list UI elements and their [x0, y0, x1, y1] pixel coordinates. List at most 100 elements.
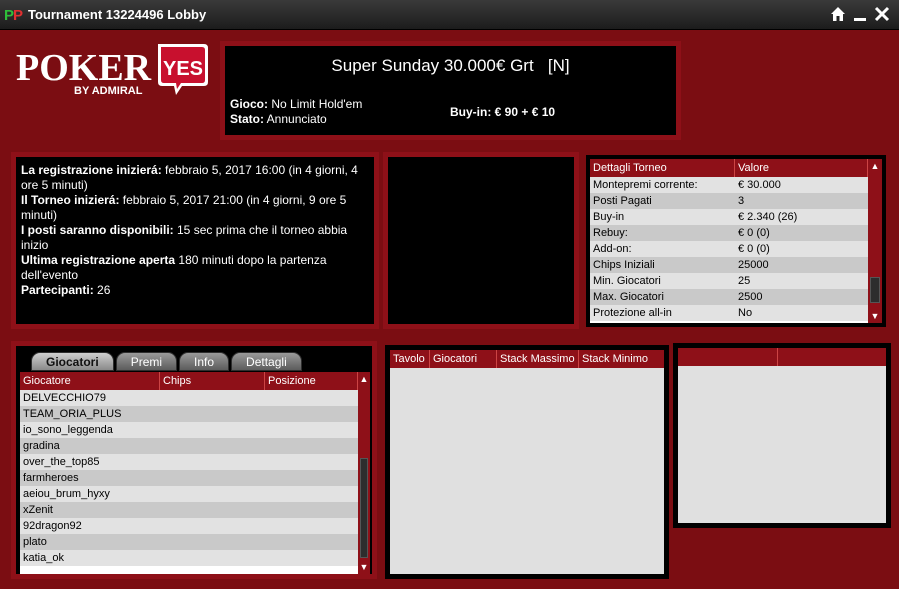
column-header[interactable]: Valore [735, 159, 868, 177]
arrow-down-icon[interactable]: ▼ [868, 309, 882, 323]
details-row[interactable]: Min. Giocatori 25 [590, 273, 868, 289]
registration-start: La registrazione inizierá: febbraio 5, 2… [21, 163, 369, 193]
empty-info-panel [383, 152, 579, 329]
tab-premi[interactable]: Premi [115, 352, 178, 371]
details-row[interactable]: Max. Giocatori 2500 [590, 289, 868, 305]
player-row[interactable]: katia_ok [20, 550, 358, 566]
player-chips [160, 390, 265, 406]
detail-label: Chips Iniziali [593, 259, 655, 271]
column-header[interactable]: Giocatori [430, 350, 497, 368]
details-scrollbar[interactable]: ▲ ▼ [868, 159, 882, 323]
home-icon[interactable] [829, 5, 847, 23]
tournament-start-label: Il Torneo inizierá: [21, 193, 120, 207]
tournament-header: Super Sunday 30.000€ Grt [N] Gioco: No L… [220, 41, 681, 140]
title-bar: P P Tournament 13224496 Lobby [0, 0, 899, 30]
details-row[interactable]: Rebuy: € 0 (0) [590, 225, 868, 241]
details-row[interactable]: Buy-in € 2.340 (26) [590, 209, 868, 225]
arrow-up-icon[interactable]: ▲ [358, 372, 370, 386]
player-position [265, 454, 358, 470]
detail-label: Posti Pagati [593, 195, 652, 207]
arrow-down-icon[interactable]: ▼ [358, 560, 370, 574]
player-position [265, 534, 358, 550]
status-info: Stato: Annunciato [230, 112, 327, 126]
player-row[interactable]: xZenit [20, 502, 358, 518]
player-row[interactable]: DELVECCHIO79 [20, 390, 358, 406]
column-header[interactable]: Chips [160, 372, 265, 390]
detail-value: € 30.000 [738, 179, 781, 191]
player-position [265, 406, 358, 422]
player-name: over_the_top85 [23, 456, 100, 468]
player-row[interactable]: aeiou_brum_hyxy [20, 486, 358, 502]
player-position [265, 422, 358, 438]
players-header: Giocatore Chips Posizione [20, 372, 358, 390]
player-chips [160, 518, 265, 534]
player-position [265, 550, 358, 566]
player-position [265, 470, 358, 486]
player-name: 92dragon92 [23, 520, 82, 532]
poker-yes-logo: POKER YES BY ADMIRAL [16, 42, 212, 102]
arrow-up-icon[interactable]: ▲ [868, 159, 882, 173]
players-scrollbar[interactable]: ▲ ▼ [358, 372, 370, 574]
player-position [265, 486, 358, 502]
player-name: farmheroes [23, 472, 79, 484]
player-name: io_sono_leggenda [23, 424, 113, 436]
column-header[interactable]: Stack Minimo [579, 350, 664, 368]
player-chips [160, 502, 265, 518]
player-row[interactable]: gradina [20, 438, 358, 454]
player-chips [160, 438, 265, 454]
player-chips [160, 454, 265, 470]
seats-available: I posti saranno disponibili: 15 sec prim… [21, 223, 369, 253]
game-label: Gioco: [230, 97, 268, 111]
player-row[interactable]: TEAM_ORIA_PLUS [20, 406, 358, 422]
details-row[interactable]: Add-on: € 0 (0) [590, 241, 868, 257]
svg-text:YES: YES [163, 58, 203, 80]
tab-dettagli[interactable]: Dettagli [231, 352, 302, 371]
column-header[interactable]: Tavolo [390, 350, 430, 368]
column-header[interactable]: Dettagli Torneo [590, 159, 735, 177]
player-row[interactable]: io_sono_leggenda [20, 422, 358, 438]
player-row[interactable]: 92dragon92 [20, 518, 358, 534]
tournament-start: Il Torneo inizierá: febbraio 5, 2017 21:… [21, 193, 369, 223]
tournament-details-panel: Dettagli Torneo Valore Montepremi corren… [586, 155, 886, 327]
detail-label: Add-on: [593, 243, 632, 255]
late-registration-label: Ultima registrazione aperta [21, 253, 176, 267]
game-info: Gioco: No Limit Hold'em [230, 97, 362, 111]
column-header[interactable] [678, 348, 778, 366]
column-header[interactable]: Giocatore [20, 372, 160, 390]
player-row[interactable]: over_the_top85 [20, 454, 358, 470]
players-table: Giocatore Chips Posizione DELVECCHIO79 TE… [20, 372, 358, 566]
player-chips [160, 550, 265, 566]
scroll-thumb[interactable] [360, 458, 368, 558]
player-row[interactable]: farmheroes [20, 470, 358, 486]
tournament-tag: [N] [547, 56, 570, 75]
column-header[interactable] [778, 348, 886, 366]
player-name: gradina [23, 440, 60, 452]
minimize-icon[interactable] [851, 5, 869, 23]
svg-text:POKER: POKER [16, 47, 152, 89]
player-row[interactable]: plato [20, 534, 358, 550]
details-row[interactable]: Posti Pagati 3 [590, 193, 868, 209]
details-header: Dettagli Torneo Valore [590, 159, 868, 177]
player-position [265, 518, 358, 534]
player-chips [160, 470, 265, 486]
player-chips [160, 406, 265, 422]
column-header[interactable]: Posizione [265, 372, 358, 390]
svg-text:BY ADMIRAL: BY ADMIRAL [74, 85, 143, 97]
detail-value: 25 [738, 275, 751, 287]
scroll-thumb[interactable] [870, 277, 880, 303]
late-registration: Ultima registrazione aperta 180 minuti d… [21, 253, 369, 283]
column-header[interactable]: Stack Massimo [497, 350, 579, 368]
close-icon[interactable] [873, 5, 891, 23]
details-row[interactable]: Protezione all-in No [590, 305, 868, 321]
participants: Partecipanti: 26 [21, 283, 369, 298]
details-row[interactable]: Montepremi corrente: € 30.000 [590, 177, 868, 193]
tab-info[interactable]: Info [179, 352, 230, 371]
detail-label: Rebuy: [593, 227, 628, 239]
app-icon: P P [4, 7, 23, 23]
detail-value: 3 [738, 195, 745, 207]
player-position [265, 502, 358, 518]
details-row[interactable]: Chips Iniziali 25000 [590, 257, 868, 273]
player-name: TEAM_ORIA_PLUS [23, 408, 122, 420]
tables-panel: Tavolo Giocatori Stack Massimo Stack Min… [385, 345, 669, 579]
tab-giocatori[interactable]: Giocatori [31, 352, 114, 371]
